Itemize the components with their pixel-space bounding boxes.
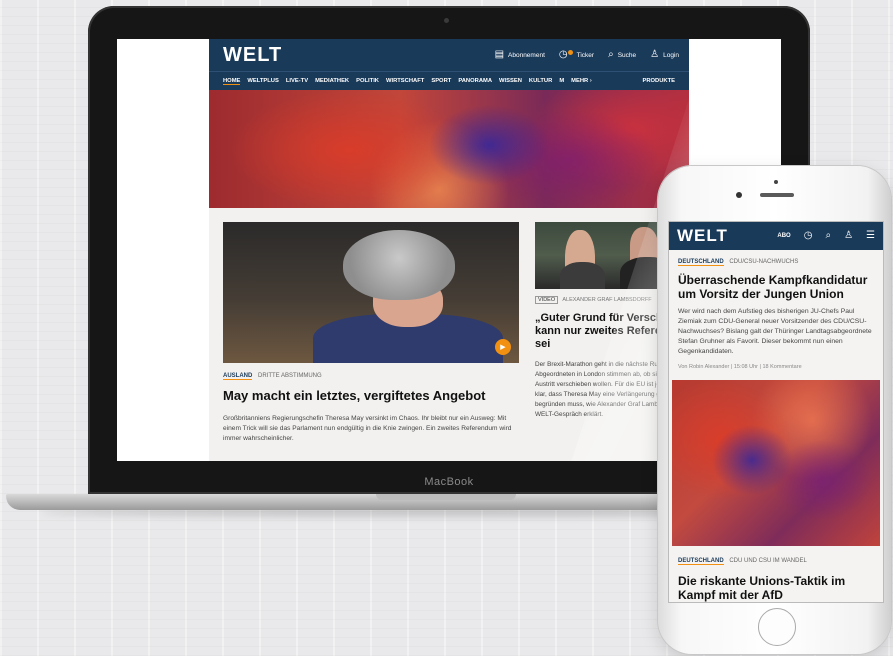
smartphone: WELT ABO ◷ ⌕ ♙ ☰ DEUTSCHLAND CDU/CSU-NAC… — [658, 166, 891, 654]
mobile-header-actions: ABO ◷ ⌕ ♙ ☰ — [777, 231, 875, 241]
nav-weltplus[interactable]: WELTPLUS — [247, 78, 278, 84]
mobile-site: WELT ABO ◷ ⌕ ♙ ☰ DEUTSCHLAND CDU/CSU-NAC… — [668, 221, 884, 603]
abo-link[interactable]: ABO — [777, 233, 790, 239]
ticker-badge — [567, 49, 573, 55]
main-article-teaser: Großbritanniens Regierungschefin Theresa… — [223, 415, 512, 442]
desktop-header: WELT ▤ Abonnement ◷ Ticker ⌕ Suche ♙ Log… — [209, 39, 689, 71]
kicker-text: CDU UND CSU IM WANDEL — [729, 558, 807, 564]
nav-live-tv[interactable]: LIVE-TV — [286, 78, 308, 84]
mobile-article1-meta: Von Robin Alexander | 15:08 Uhr | 18 Kom… — [678, 364, 802, 370]
desktop-site: WELT ▤ Abonnement ◷ Ticker ⌕ Suche ♙ Log… — [209, 39, 689, 461]
mobile-header: WELT ABO ◷ ⌕ ♙ ☰ — [669, 222, 883, 250]
main-article-image[interactable]: ▶ — [223, 222, 519, 363]
mobile-welt-logo[interactable]: WELT — [677, 226, 728, 246]
play-icon[interactable]: ▶ — [495, 339, 511, 355]
nav-home[interactable]: HOME — [223, 78, 241, 85]
search-label: Suche — [617, 51, 637, 59]
kicker-text: DRITTE ABSTIMMUNG — [258, 373, 322, 379]
side-author: ALEXANDER GRAF LAMBSDORFF — [562, 297, 652, 303]
login-label: Login — [663, 51, 679, 59]
section-tag[interactable]: AUSLAND — [223, 373, 253, 380]
mobile-article-image[interactable] — [672, 380, 880, 546]
ticker-clock-icon[interactable]: ◷ — [804, 231, 813, 241]
nav-m[interactable]: M — [559, 78, 564, 84]
ticker-label: Ticker — [576, 51, 595, 59]
nav-sport[interactable]: SPORT — [431, 78, 451, 84]
nav-panorama[interactable]: PANORAMA — [458, 78, 492, 84]
nav-more[interactable]: MEHR › — [571, 78, 592, 84]
mobile-article1-kicker: DEUTSCHLAND CDU/CSU-NACHWUCHS — [678, 259, 883, 266]
menu-icon[interactable]: ☰ — [866, 231, 875, 241]
welt-logo[interactable]: WELT — [223, 44, 282, 67]
nav-wissen[interactable]: WISSEN — [499, 78, 522, 84]
home-button[interactable] — [758, 608, 796, 646]
nav-politik[interactable]: POLITIK — [356, 78, 379, 84]
camera-dot — [444, 18, 449, 23]
mobile-article1-teaser: Wer wird nach dem Aufstieg des bisherige… — [678, 308, 872, 355]
nav-kultur[interactable]: KULTUR — [529, 78, 552, 84]
section-tag[interactable]: DEUTSCHLAND — [678, 558, 724, 565]
image-figure-hair — [343, 230, 455, 300]
ticker-link[interactable]: ◷ Ticker — [558, 49, 595, 60]
mobile-article2-headline[interactable]: Die riskante Unions-Taktik im Kampf mit … — [678, 574, 874, 602]
kicker-text: CDU/CSU-NACHWUCHS — [729, 259, 799, 265]
ticker-clock-icon: ◷ — [558, 49, 568, 60]
image-person-body — [560, 262, 605, 289]
nav-produkte[interactable]: PRODUKTE — [642, 78, 675, 84]
nav-mediathek[interactable]: MEDIATHEK — [315, 78, 349, 84]
main-article[interactable]: ▶ AUSLAND DRITTE ABSTIMMUNG May macht ei… — [223, 222, 519, 444]
search-icon[interactable]: ⌕ — [825, 231, 831, 241]
main-article-kicker: AUSLAND DRITTE ABSTIMMUNG — [223, 373, 519, 380]
login-link[interactable]: ♙ Login — [650, 50, 679, 60]
user-icon[interactable]: ♙ — [844, 231, 853, 241]
front-camera — [736, 192, 742, 198]
laptop-notch — [376, 494, 516, 500]
search-link[interactable]: ⌕ Suche — [608, 50, 636, 60]
proximity-sensor — [774, 180, 778, 184]
main-nav: HOME WELTPLUS LIVE-TV MEDIATHEK POLITIK … — [209, 71, 689, 90]
section-tag[interactable]: DEUTSCHLAND — [678, 259, 724, 266]
main-article-headline[interactable]: May macht ein letztes, vergiftetes Angeb… — [223, 388, 519, 403]
abonnement-link[interactable]: ▤ Abonnement — [495, 50, 545, 60]
header-actions: ▤ Abonnement ◷ Ticker ⌕ Suche ♙ Login — [495, 49, 679, 60]
mobile-article2-kicker: DEUTSCHLAND CDU UND CSU IM WANDEL — [678, 558, 883, 565]
search-icon: ⌕ — [608, 49, 614, 60]
newspaper-icon: ▤ — [494, 49, 505, 60]
user-icon: ♙ — [650, 49, 660, 60]
mobile-article1-headline[interactable]: Überraschende Kampfkandidatur um Vorsitz… — [678, 273, 874, 301]
hero-banner-image[interactable] — [209, 90, 689, 208]
earpiece-speaker — [760, 193, 794, 197]
abonnement-label: Abonnement — [508, 51, 545, 59]
nav-wirtschaft[interactable]: WIRTSCHAFT — [386, 78, 424, 84]
video-badge: VIDEO — [535, 296, 559, 304]
